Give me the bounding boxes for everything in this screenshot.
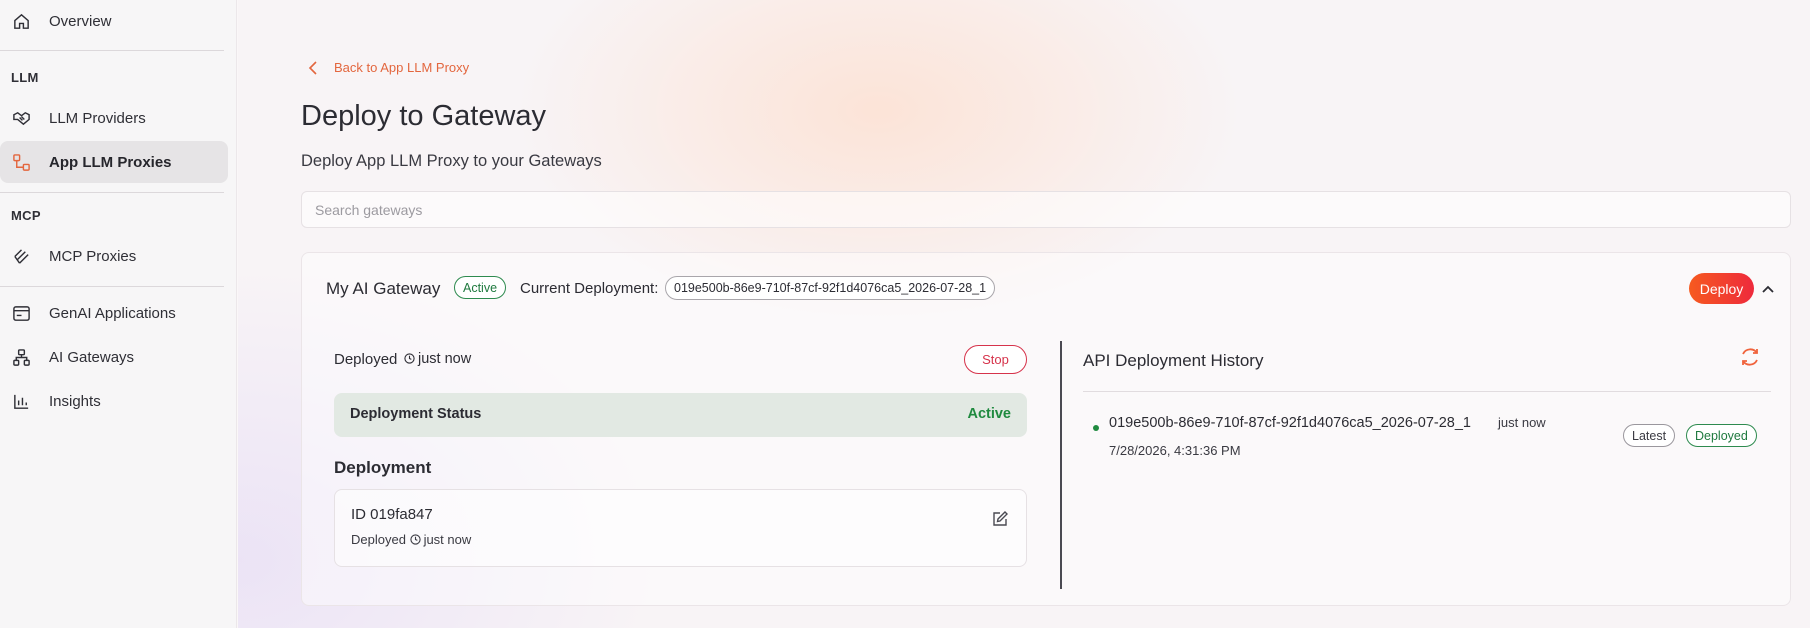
gateway-name: My AI Gateway	[326, 279, 441, 298]
deployment-box: ID 019fa847 Deployed just now	[334, 489, 1027, 567]
sidebar-item-label: Overview	[49, 12, 112, 30]
sidebar-item-overview[interactable]: Overview	[0, 0, 228, 42]
deployed-time-wrap: just now	[404, 351, 471, 367]
network-icon	[13, 348, 30, 366]
deployment-status-bar: Deployment Status Active	[334, 393, 1027, 437]
refresh-icon[interactable]	[1738, 345, 1762, 369]
history-item-date: 7/28/2026, 4:31:36 PM	[1109, 443, 1241, 458]
sidebar-item-label: App LLM Proxies	[49, 153, 172, 171]
section-label-llm: LLM	[11, 70, 39, 85]
chevron-left-icon	[308, 60, 317, 75]
current-deployment-label: Current Deployment:	[520, 280, 659, 297]
stop-button[interactable]: Stop	[964, 345, 1027, 374]
sidebar-item-mcp-proxies[interactable]: MCP Proxies	[0, 235, 228, 277]
bar-chart-icon	[14, 394, 29, 409]
home-icon	[14, 13, 29, 29]
gateway-card: My AI Gateway Active Current Deployment:…	[301, 252, 1791, 606]
history-item-time: just now	[1498, 415, 1546, 430]
sidebar-item-label: LLM Providers	[49, 109, 146, 127]
sidebar-item-llm-providers[interactable]: LLM Providers	[0, 97, 228, 139]
sidebar-item-insights[interactable]: Insights	[0, 380, 228, 422]
sidebar-item-genai-applications[interactable]: GenAI Applications	[0, 292, 228, 334]
deploy-button[interactable]: Deploy	[1689, 273, 1754, 304]
pane-divider	[1060, 341, 1062, 589]
sidebar-item-label: MCP Proxies	[49, 247, 137, 265]
history-title: API Deployment History	[1083, 351, 1264, 370]
search-input[interactable]	[301, 191, 1791, 228]
back-link[interactable]: Back to App LLM Proxy	[308, 60, 469, 75]
deployment-id: ID 019fa847	[351, 506, 433, 523]
current-deployment-id: 019e500b-86e9-710f-87cf-92f1d4076ca5_202…	[665, 276, 996, 300]
deployment-sub-time: just now	[423, 532, 472, 547]
deployed-row: Deployed just now Stop	[334, 345, 1027, 375]
sidebar-divider	[0, 286, 224, 287]
sidebar-item-label: Insights	[49, 392, 101, 410]
edit-icon[interactable]	[991, 510, 1009, 528]
page-subtitle: Deploy App LLM Proxy to your Gateways	[301, 152, 602, 170]
history-divider	[1083, 391, 1771, 392]
sidebar-divider	[0, 50, 224, 51]
clock-icon	[404, 353, 415, 364]
sidebar: Overview LLM LLM Providers App LLM Proxi…	[0, 0, 237, 628]
deployment-sub-label: Deployed	[351, 532, 406, 547]
sidebar-item-label: GenAI Applications	[49, 304, 176, 322]
history-item: 019e500b-86e9-710f-87cf-92f1d4076ca5_202…	[1083, 401, 1771, 461]
sidebar-item-label: AI Gateways	[49, 348, 135, 366]
app-window-icon	[13, 305, 30, 321]
history-item-id: 019e500b-86e9-710f-87cf-92f1d4076ca5_202…	[1109, 415, 1471, 431]
deployed-badge: Deployed	[1686, 424, 1757, 447]
deployed-time: just now	[418, 351, 472, 367]
section-label-mcp: MCP	[11, 208, 41, 223]
deployment-status-label: Deployment Status	[350, 406, 482, 422]
chevron-up-icon[interactable]	[1757, 278, 1779, 300]
mcp-icon	[14, 248, 29, 264]
back-link-label: Back to App LLM Proxy	[334, 60, 470, 75]
main-content: Back to App LLM Proxy Deploy to Gateway …	[238, 0, 1810, 628]
deployment-sub: Deployed just now	[351, 532, 471, 547]
history-status-dot	[1093, 425, 1099, 431]
sidebar-item-app-llm-proxies[interactable]: App LLM Proxies	[0, 141, 228, 183]
sidebar-divider	[0, 192, 224, 193]
deployment-status-value: Active	[967, 406, 1011, 422]
gateway-status-badge: Active	[454, 276, 507, 299]
deployment-heading: Deployment	[334, 458, 432, 477]
deployed-label: Deployed	[334, 351, 398, 368]
page-title: Deploy to Gateway	[301, 100, 547, 132]
latest-badge: Latest	[1623, 424, 1676, 447]
handshake-icon	[13, 111, 30, 125]
proxy-icon	[13, 153, 30, 171]
clock-icon	[409, 534, 421, 545]
sidebar-item-ai-gateways[interactable]: AI Gateways	[0, 336, 228, 378]
